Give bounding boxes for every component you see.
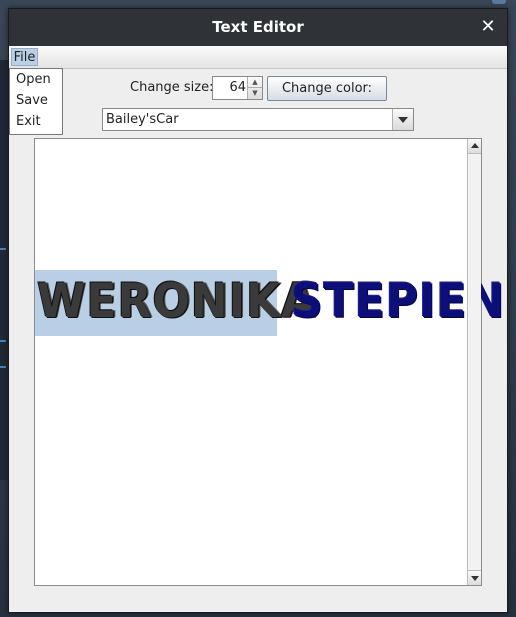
spinner-arrows: ▲ ▼ <box>247 77 262 99</box>
menu-item-exit[interactable]: Exit <box>10 111 62 132</box>
font-select-arrow[interactable] <box>392 109 413 130</box>
text-editor-window: Text Editor ✕ File Open Save Exit Change… <box>8 8 508 613</box>
desktop-side-panel <box>0 60 8 480</box>
text-area[interactable]: WERONIKA STEPIEN <box>34 138 504 586</box>
size-spinner[interactable]: 64 ▲ ▼ <box>212 76 263 100</box>
chevron-down-icon <box>398 117 408 123</box>
vertical-scrollbar[interactable] <box>467 139 481 585</box>
menu-file[interactable]: File <box>11 48 38 66</box>
change-color-button[interactable]: Change color: <box>267 76 387 101</box>
file-menu-dropdown: Open Save Exit <box>9 68 63 135</box>
scroll-up-icon[interactable] <box>468 139 481 154</box>
desktop-indicator <box>492 0 506 4</box>
chevron-down-icon[interactable]: ▼ <box>248 88 262 99</box>
size-label: Change size: <box>130 80 214 95</box>
close-icon[interactable]: ✕ <box>479 18 497 36</box>
font-selected-value: Bailey'sCar <box>106 112 179 127</box>
text-word-weronika: WERONIKA <box>37 273 317 329</box>
scroll-down-icon[interactable] <box>468 570 481 585</box>
menu-item-open[interactable]: Open <box>10 69 62 90</box>
menu-bar: File <box>9 46 507 69</box>
font-select[interactable]: Bailey'sCar <box>102 108 414 131</box>
chevron-up-icon[interactable]: ▲ <box>248 77 262 88</box>
menu-item-save[interactable]: Save <box>10 90 62 111</box>
size-value[interactable]: 64 <box>213 77 246 99</box>
title-bar: Text Editor ✕ <box>9 9 507 46</box>
window-title: Text Editor <box>212 18 304 36</box>
